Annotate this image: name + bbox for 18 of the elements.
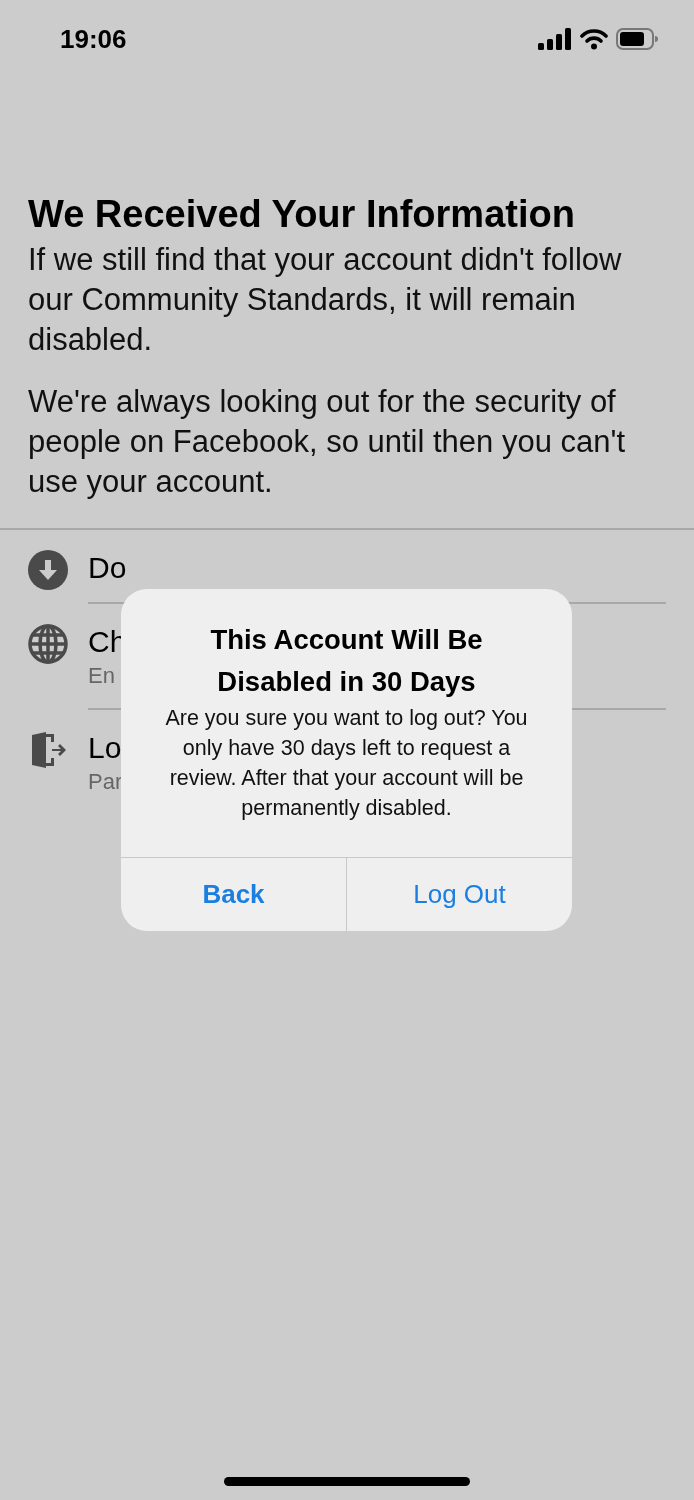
option-sublabel: Par [88,768,123,796]
home-indicator[interactable] [224,1477,470,1486]
alert-message: Are you sure you want to log out? You only have 30 days left to request a review. After that your account will be permanently disabled. [164,705,529,822]
download-icon [28,550,68,590]
log-out-button[interactable]: Log Out [346,858,572,931]
option-sublabel: En [88,662,115,690]
battery-icon [616,28,658,50]
option-label[interactable]: Lo [88,730,122,766]
globe-icon [28,624,68,664]
wifi-icon [580,28,608,50]
info-paragraph: If we still find that your account didn't follow our Community Standards, it will remain disabled. [28,241,623,359]
alert-title: This Account Will Be Disabled in 30 Days [209,623,484,699]
info-paragraph: We're always looking out for the security of people on Facebook, so until then you can't use your account. [28,383,627,501]
status-time: 19:06 [60,23,127,55]
back-button[interactable]: Back [121,858,346,931]
page-heading: We Received Your Information [28,192,576,236]
option-label[interactable]: Do [88,550,127,586]
signal-icon [538,28,572,50]
